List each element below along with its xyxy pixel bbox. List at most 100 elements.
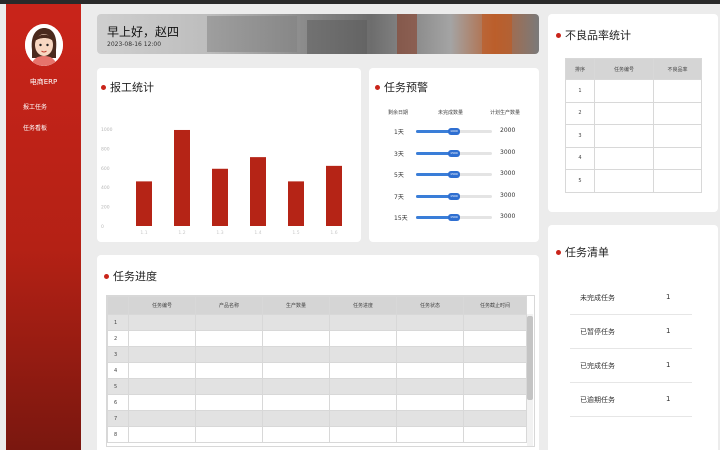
progress-cell [329,426,397,443]
table-scrollbar[interactable] [527,314,533,446]
progress-col-status: 任务状态 [396,296,464,315]
progress-cell [262,378,330,395]
chart-bar[interactable] [288,181,304,226]
progress-cell [195,394,263,411]
warning-planned: 3000 [500,191,516,199]
task-list-item-completed[interactable]: 已完成任务 1 [570,349,692,383]
progress-index-cell: 2 [107,330,129,347]
defect-col-rate: 不良品率 [653,58,702,80]
defect-col-rank: 排序 [565,58,595,80]
x-tick-label: 1.6 [330,230,337,236]
chart-bar[interactable] [212,168,228,226]
progress-index-cell: 7 [107,410,129,427]
progress-cell [396,410,464,427]
warning-slider[interactable]: 1500 [416,171,492,178]
progress-table-row[interactable]: 6 [107,394,527,411]
progress-cell [463,410,527,427]
task-list-value: 1 [666,327,671,335]
warning-planned: 3000 [500,148,516,156]
task-warning-row: 7天 1500 3000 [369,192,539,202]
table-scrollbar-thumb[interactable] [527,316,533,400]
progress-table-row[interactable]: 3 [107,346,527,363]
defect-rank-cell: 3 [565,124,595,148]
task-warning-title-text: 任务预警 [384,81,428,94]
progress-table-row[interactable]: 5 [107,378,527,395]
warning-days: 5天 [394,172,404,179]
task-list-item-paused[interactable]: 已暂停任务 1 [570,315,692,349]
x-tick-label: 1.1 [140,230,147,236]
task-list-title-text: 任务清单 [565,246,609,259]
task-list-value: 1 [666,361,671,369]
task-progress-title-text: 任务进度 [113,270,157,283]
chart-bar[interactable] [326,165,342,226]
task-warning-row: 15天 1500 3000 [369,213,539,223]
warning-slider-knob[interactable]: 1000 [448,128,460,135]
warning-slider-knob[interactable]: 1500 [448,171,460,178]
defect-rank-cell: 4 [565,146,595,170]
progress-table-row[interactable]: 2 [107,330,527,347]
progress-index-cell: 8 [107,426,129,443]
progress-cell [329,394,397,411]
warning-slider[interactable]: 1000 [416,128,492,135]
defect-table-row[interactable]: 2 [565,101,702,125]
progress-cell [396,362,464,379]
warning-slider[interactable]: 1500 [416,192,492,200]
y-tick-label: 600 [101,166,110,172]
chart-bar[interactable] [136,181,152,226]
defect-table-row[interactable]: 4 [565,146,702,170]
progress-cell [463,426,527,443]
title-dot-icon [556,249,561,255]
warning-days: 15天 [394,215,408,222]
title-dot-icon [104,273,109,279]
defect-table-row[interactable]: 3 [565,124,702,148]
warning-slider-knob[interactable]: 1500 [448,192,460,200]
sidebar: 电商ERP 报工任务 任务看板 [6,4,81,450]
warning-slider-knob[interactable]: 1500 [448,214,460,221]
task-list-item-unfinished[interactable]: 未完成任务 1 [570,281,692,315]
progress-cell [195,362,263,379]
progress-cell [195,330,263,347]
defect-table-row[interactable]: 1 [565,79,702,103]
progress-cell [329,314,397,331]
sidebar-item-task-board[interactable]: 任务看板 [23,123,47,132]
x-tick-label: 1.3 [216,230,223,236]
greeting-date: 2023-08-16 12:00 [107,41,162,48]
defect-task-id-cell [594,169,654,193]
progress-cell [396,314,464,331]
task-progress-table-wrap[interactable]: 任务编号 产品名称 生产数量 任务进度 任务状态 任务截止时间 12345678 [106,295,535,447]
warning-slider[interactable]: 1500 [416,214,492,221]
progress-col-deadline: 任务截止时间 [463,296,527,315]
progress-table-row[interactable]: 1 [107,314,527,331]
defect-rate-title: 不良品率统计 [556,27,631,43]
chart-bar[interactable] [250,157,266,226]
progress-col-progress: 任务进度 [329,296,397,315]
task-warning-row: 1天 1000 2000 [369,127,539,137]
y-tick-label: 0 [101,224,104,230]
warning-slider-knob[interactable]: 1500 [448,149,460,157]
progress-cell [128,410,196,427]
task-list-item-overdue[interactable]: 已逾期任务 1 [570,383,692,417]
progress-cell [262,314,330,331]
progress-index-cell: 5 [107,378,129,395]
task-warning-header: 剩余日期 未完成数量 计划生产数量 [369,109,539,119]
progress-col-index [107,296,129,315]
progress-table-row[interactable]: 4 [107,362,527,379]
x-tick-label: 1.2 [178,230,185,236]
task-warning-card: 任务预警 剩余日期 未完成数量 计划生产数量 1天 1000 2000 3天 1500 3… [369,68,539,242]
progress-index-cell: 3 [107,346,129,363]
task-list-label: 已暂停任务 [580,328,615,336]
warning-slider[interactable]: 1500 [416,149,492,157]
user-avatar[interactable] [25,24,63,66]
progress-table-row[interactable]: 8 [107,426,527,443]
task-warning-row: 3天 1500 3000 [369,149,539,159]
progress-cell [463,330,527,347]
progress-cell [329,346,397,363]
sidebar-item-report-task[interactable]: 报工任务 [23,102,47,111]
report-stats-card: 报工统计 0 200 400 600 800 1000 1.1 1.2 1.3 1.4 1.5 1.6 [97,68,361,242]
defect-table-row[interactable]: 5 [565,169,702,193]
task-progress-table: 任务编号 产品名称 生产数量 任务进度 任务状态 任务截止时间 12345678 [107,296,527,443]
progress-table-row[interactable]: 7 [107,410,527,427]
progress-cell [128,394,196,411]
chart-bar[interactable] [174,129,190,226]
greeting-text: 早上好，赵四 [107,25,180,39]
